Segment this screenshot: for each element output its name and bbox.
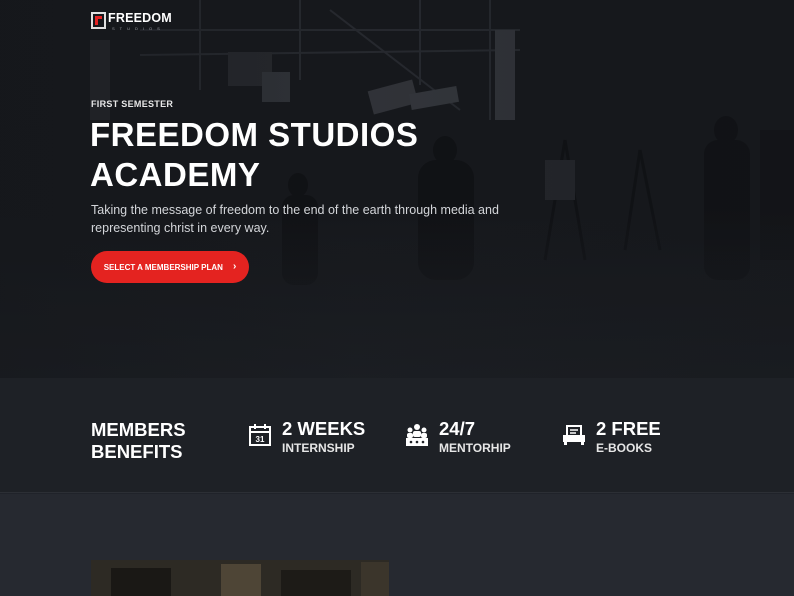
calendar-icon: 31	[249, 424, 271, 446]
logo-text: FREEDOM STUDIOS	[108, 12, 172, 31]
brand-logo[interactable]: FREEDOM STUDIOS	[91, 12, 172, 31]
cta-label: SELECT A MEMBERSHIP PLAN	[103, 262, 223, 272]
feature-image	[91, 560, 389, 596]
hero-subtitle: Taking the message of freedom to the end…	[91, 203, 499, 235]
benefit-label: E-BOOKS	[596, 441, 653, 455]
logo-subword: STUDIOS	[112, 25, 165, 31]
logo-mark-icon	[91, 12, 106, 29]
hero-eyebrow: FIRST SEMESTER	[91, 99, 174, 109]
benefit-mentorship: 24/7 MENTORHIP	[405, 419, 511, 457]
select-membership-plan-button[interactable]: SELECT A MEMBERSHIP PLAN ›	[91, 251, 249, 283]
benefit-value: 24/7	[439, 418, 476, 439]
page-title: FREEDOM STUDIOS ACADEMY	[90, 116, 419, 193]
benefit-internship: 31 2 WEEKS INTERNSHIP	[248, 419, 365, 457]
printer-icon	[563, 425, 585, 445]
lower-section	[0, 494, 794, 596]
benefit-label: INTERNSHIP	[282, 441, 355, 455]
benefit-ebooks: 2 FREE E-BOOKS	[562, 419, 661, 457]
chevron-right-icon: ›	[232, 261, 237, 272]
members-benefits-section: MEMBERS BENEFITS 31 2 WEEKS INTERNSHIP 2…	[0, 378, 794, 493]
benefit-label: MENTORHIP	[439, 441, 511, 455]
benefit-value: 2 FREE	[596, 418, 661, 439]
logo-word: FREEDOM	[108, 11, 172, 25]
benefit-value: 2 WEEKS	[282, 418, 366, 439]
hero-section: FREEDOM STUDIOS FIRST SEMESTER FREEDOM S…	[0, 0, 794, 378]
benefits-heading: MEMBERS BENEFITS	[91, 419, 186, 462]
group-icon	[406, 424, 428, 446]
svg-text:31: 31	[256, 435, 265, 444]
